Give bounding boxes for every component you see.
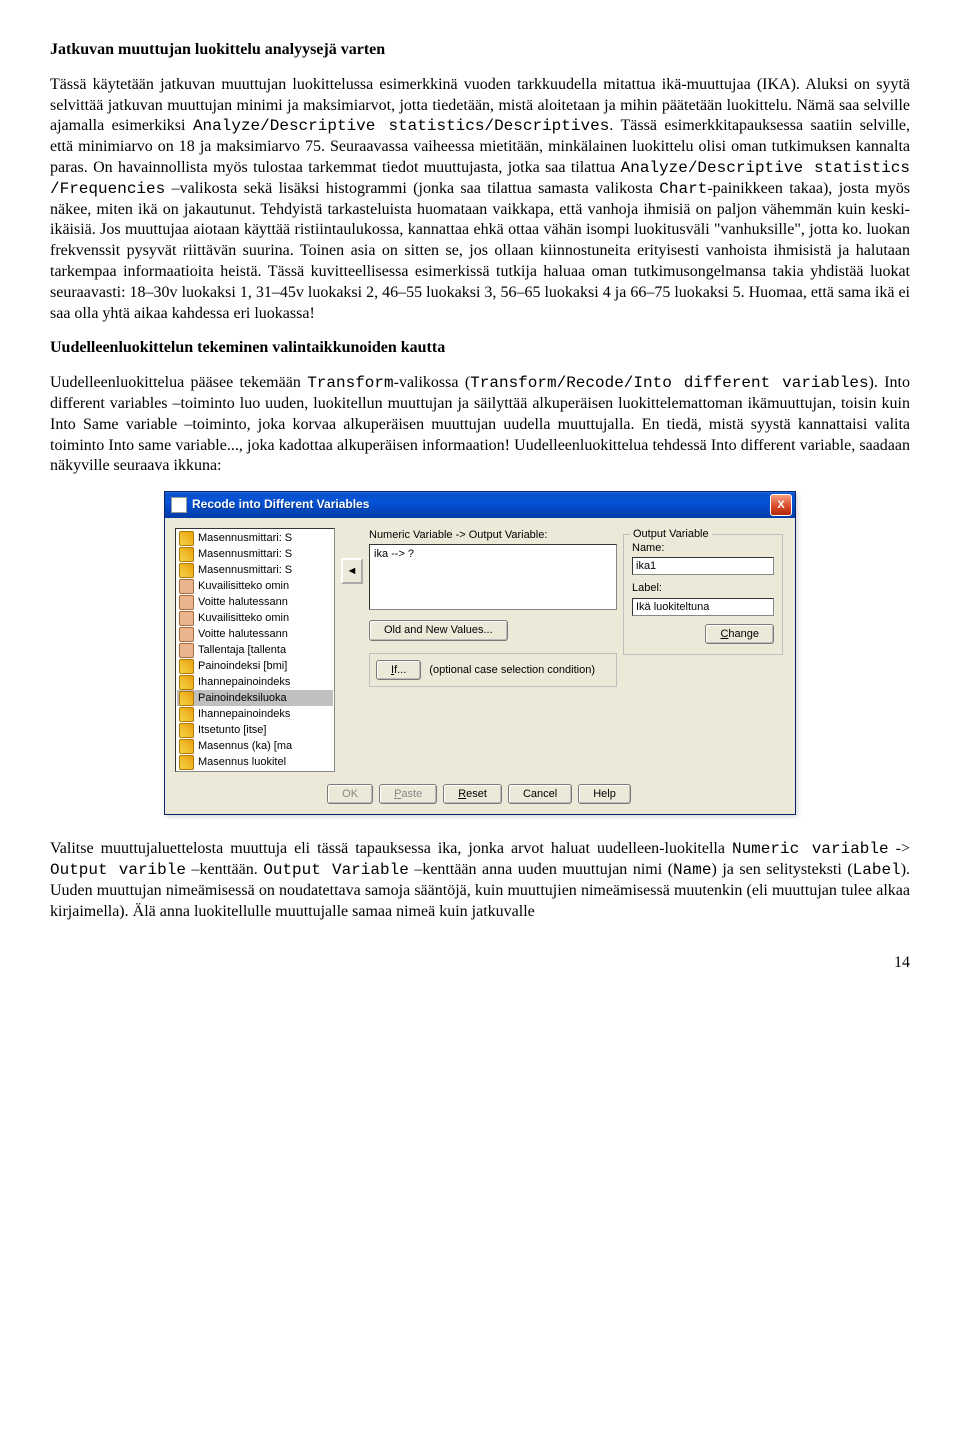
heading-uudelleen: Uudelleenluokittelun tekeminen valintaik… bbox=[50, 338, 910, 359]
p3d: –kenttään anna uuden muuttujan nimi ( bbox=[409, 861, 673, 878]
para-1: Tässä käytetään jatkuvan muuttujan luoki… bbox=[50, 75, 910, 325]
scale-icon bbox=[179, 739, 194, 754]
list-item[interactable]: Ihannepainoindeks bbox=[177, 674, 333, 690]
list-item-label: Voitte halutessann bbox=[198, 595, 288, 609]
app-icon bbox=[171, 497, 187, 513]
list-item[interactable]: Itsetunto [itse] bbox=[177, 722, 333, 738]
change-btn-label: Change bbox=[720, 628, 759, 640]
scale-icon bbox=[179, 659, 194, 674]
page-number: 14 bbox=[50, 953, 910, 974]
nominal-icon bbox=[179, 643, 194, 658]
numeric-output-box[interactable]: ika --> ? bbox=[369, 544, 617, 610]
move-right-button[interactable]: ◄ bbox=[341, 558, 363, 584]
dialog-titlebar[interactable]: Recode into Different Variables X bbox=[165, 492, 795, 518]
numeric-output-label: Numeric Variable -> Output Variable: bbox=[369, 528, 617, 542]
code-analyze-desc: Analyze/Descriptive statistics/Descripti… bbox=[193, 117, 609, 135]
list-item[interactable]: Masennusmittari: S bbox=[177, 546, 333, 562]
nominal-icon bbox=[179, 611, 194, 626]
p3a: Valitse muuttujaluettelosta muuttuja eli… bbox=[50, 840, 732, 857]
list-item[interactable]: Kuvailisitteko omin bbox=[177, 610, 333, 626]
p3e: ) ja sen selitysteksti ( bbox=[711, 861, 852, 878]
scale-icon bbox=[179, 563, 194, 578]
nominal-icon bbox=[179, 627, 194, 642]
if-condition-label: (optional case selection condition) bbox=[429, 663, 595, 677]
list-item-label: Tallentaja [tallenta bbox=[198, 643, 286, 657]
list-item[interactable]: Kuvailisitteko omin bbox=[177, 578, 333, 594]
list-item[interactable]: Painoindeksiluoka bbox=[177, 690, 333, 706]
para-3: Valitse muuttujaluettelosta muuttuja eli… bbox=[50, 839, 910, 922]
list-item-label: Voitte halutessann bbox=[198, 627, 288, 641]
cancel-button[interactable]: Cancel bbox=[508, 784, 572, 804]
paste-button[interactable]: Paste bbox=[379, 784, 437, 804]
list-item-label: Itsetunto [itse] bbox=[198, 723, 266, 737]
list-item-label: Painoindeksi [bmi] bbox=[198, 659, 287, 673]
list-item-label: Painoindeksiluoka bbox=[198, 691, 287, 705]
output-group-title: Output Variable bbox=[630, 527, 712, 541]
list-item[interactable]: Ihannepainoindeks bbox=[177, 706, 333, 722]
ok-button[interactable]: OK bbox=[327, 784, 373, 804]
numeric-output-value: ika --> ? bbox=[374, 548, 414, 560]
list-item-label: Ihannepainoindeks bbox=[198, 675, 290, 689]
name-field[interactable] bbox=[632, 557, 774, 575]
list-item[interactable]: Masennusmittari: S bbox=[177, 530, 333, 546]
list-item-label: Ihannepainoindeks bbox=[198, 707, 290, 721]
old-new-values-button[interactable]: Old and New Values... bbox=[369, 620, 508, 640]
list-item[interactable]: Painoindeksi [bmi] bbox=[177, 658, 333, 674]
btn-label: Old and New Values... bbox=[384, 624, 493, 636]
list-item[interactable]: Voitte halutessann bbox=[177, 626, 333, 642]
list-item-label: Kuvailisitteko omin bbox=[198, 611, 289, 625]
output-variable-group: Output Variable Name: Label: Change bbox=[623, 534, 783, 655]
p3b: -> bbox=[889, 840, 910, 857]
reset-button[interactable]: Reset bbox=[443, 784, 502, 804]
name-label: Name: bbox=[632, 541, 774, 555]
scale-icon bbox=[179, 675, 194, 690]
code-outvar2: Output Variable bbox=[263, 861, 409, 879]
code-outvar: Output varible bbox=[50, 861, 186, 879]
para-2: Uudelleenluokittelua pääsee tekemään Tra… bbox=[50, 373, 910, 477]
list-item[interactable]: Masennus (ka) [ma bbox=[177, 738, 333, 754]
list-item-label: Masennusmittari: S bbox=[198, 547, 292, 561]
code-recode-path: Transform/Recode/Into different variable… bbox=[470, 374, 868, 392]
code-numvar: Numeric variable bbox=[732, 840, 889, 858]
list-item[interactable]: Tallentaja [tallenta bbox=[177, 642, 333, 658]
list-item-label: Masennusmittari: S bbox=[198, 531, 292, 545]
p2a2: -valikossa ( bbox=[394, 374, 471, 391]
code-chart: Chart bbox=[659, 180, 707, 198]
if-group: If... (optional case selection condition… bbox=[369, 653, 617, 687]
help-button[interactable]: Help bbox=[578, 784, 631, 804]
nominal-icon bbox=[179, 595, 194, 610]
list-item[interactable]: Masennusmittari: S bbox=[177, 562, 333, 578]
list-item[interactable]: Masennus luokitel bbox=[177, 754, 333, 770]
dialog-button-row: OK Paste Reset Cancel Help bbox=[175, 772, 783, 804]
p1c: –valikosta sekä lisäksi histogrammi (jon… bbox=[165, 180, 659, 197]
list-item-label: Masennus luokitel bbox=[198, 755, 286, 769]
scale-icon bbox=[179, 531, 194, 546]
p1d: -painikkeen takaa), josta myös näkee, mi… bbox=[50, 180, 910, 322]
list-item-label: Masennusmittari: S bbox=[198, 563, 292, 577]
p2a: Uudelleenluokittelua pääsee tekemään bbox=[50, 374, 307, 391]
nominal-icon bbox=[179, 579, 194, 594]
if-button[interactable]: If... bbox=[376, 660, 421, 680]
code-transform: Transform bbox=[307, 374, 393, 392]
dialog-title: Recode into Different Variables bbox=[192, 497, 770, 513]
heading-jatkuvan: Jatkuvan muuttujan luokittelu analyysejä… bbox=[50, 40, 910, 61]
p3c: –kenttään. bbox=[186, 861, 263, 878]
close-icon[interactable]: X bbox=[770, 494, 792, 516]
scale-icon bbox=[179, 707, 194, 722]
if-btn-label: If... bbox=[391, 664, 406, 676]
list-item-label: Masennus (ka) [ma bbox=[198, 739, 292, 753]
code-label: Label bbox=[853, 861, 901, 879]
scale-icon bbox=[179, 723, 194, 738]
variable-list[interactable]: Masennusmittari: S Masennusmittari: S Mase… bbox=[175, 528, 335, 772]
label-field[interactable] bbox=[632, 598, 774, 616]
list-item[interactable]: Voitte halutessann bbox=[177, 594, 333, 610]
code-name: Name bbox=[673, 861, 711, 879]
recode-dialog: Recode into Different Variables X Masenn… bbox=[164, 491, 796, 815]
label-label: Label: bbox=[632, 581, 774, 595]
change-button[interactable]: Change bbox=[705, 624, 774, 644]
scale-icon bbox=[179, 547, 194, 562]
scale-icon bbox=[179, 755, 194, 770]
scale-icon bbox=[179, 691, 194, 706]
list-item-label: Kuvailisitteko omin bbox=[198, 579, 289, 593]
